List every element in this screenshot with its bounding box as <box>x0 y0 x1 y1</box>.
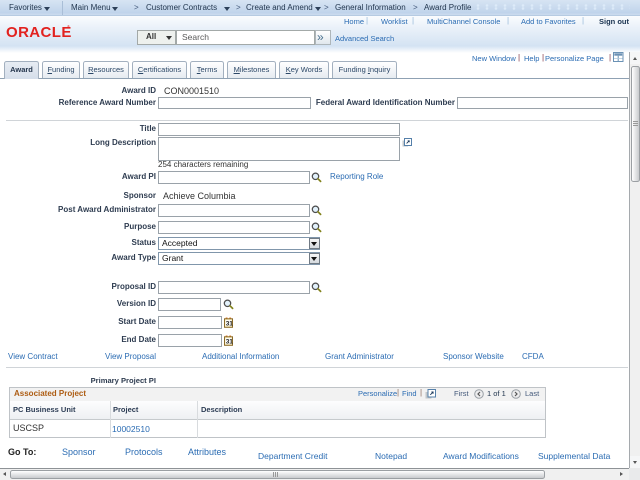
svg-text:31: 31 <box>226 320 233 327</box>
svg-text:31: 31 <box>226 338 233 345</box>
